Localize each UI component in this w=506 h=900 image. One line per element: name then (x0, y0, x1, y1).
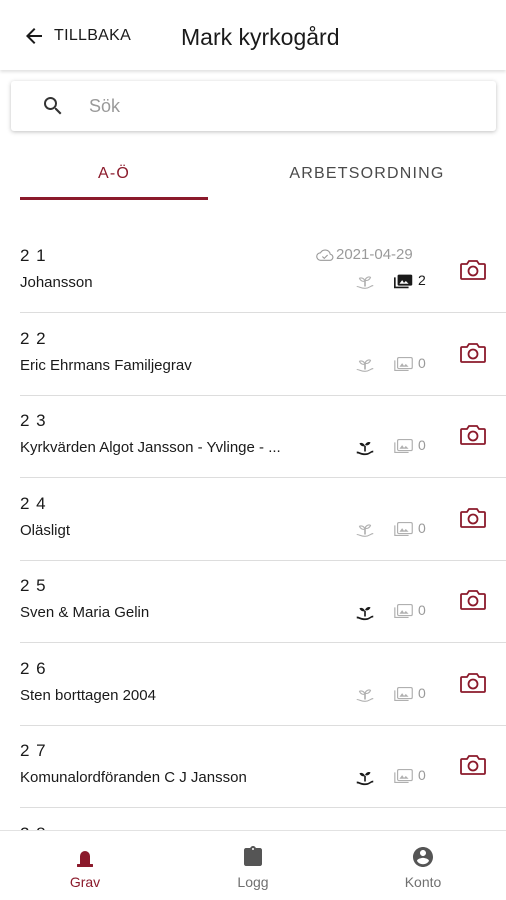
camera-icon[interactable] (459, 588, 487, 612)
grave-number: 2 4 (20, 493, 47, 513)
search-icon (44, 97, 62, 115)
camera-icon[interactable] (459, 753, 487, 777)
plant-icon[interactable] (354, 270, 376, 292)
camera-icon[interactable] (459, 258, 487, 282)
nav-label-grav: Grav (69, 874, 101, 890)
camera-icon[interactable] (459, 506, 487, 530)
search-bar (11, 81, 496, 131)
photo-count: 0 (418, 519, 426, 536)
plant-icon[interactable] (354, 435, 376, 457)
grave-name: Oläsligt (20, 521, 71, 539)
list-item[interactable]: 2 8 (0, 808, 506, 831)
photo-count: 0 (418, 437, 426, 453)
list-item[interactable]: 2 1 Johansson 2021-04-29 2 (0, 230, 506, 313)
photo-library-icon (394, 356, 413, 371)
nav-label-logg: Logg (237, 874, 269, 890)
grave-name: Sven & Maria Gelin (20, 604, 150, 621)
camera-icon[interactable] (459, 341, 487, 365)
back-label: TILLBAKA (54, 27, 132, 44)
photo-count: 0 (418, 684, 426, 701)
grave-name: Johansson (20, 274, 93, 291)
list-item[interactable]: 2 4 Oläsligt 0 (0, 478, 506, 561)
photo-library-icon (394, 603, 413, 619)
nav-item-logg[interactable]: Logg (193, 831, 313, 900)
search-input[interactable] (89, 91, 479, 121)
camera-icon[interactable] (459, 671, 487, 695)
page-title: Mark kyrkogård (181, 24, 340, 50)
nav-item-grav[interactable]: Grav (25, 831, 145, 900)
photo-count: 2 (418, 272, 426, 288)
bottom-navigation: Grav Logg Konto (0, 830, 506, 900)
plant-icon[interactable] (354, 765, 376, 787)
active-tab-indicator (20, 197, 208, 200)
grave-name: Kyrkvärden Algot Jansson - Yvlinge - ... (20, 439, 281, 456)
camera-icon[interactable] (459, 423, 487, 447)
photo-count: 0 (418, 602, 426, 618)
list-item[interactable]: 2 2 Eric Ehrmans Familjegrav 0 (0, 313, 506, 396)
sync-date: 2021-04-29 (316, 246, 413, 263)
plant-icon[interactable] (354, 683, 376, 705)
account-icon (413, 847, 433, 867)
list-item[interactable]: 2 3 Kyrkvärden Algot Jansson - Yvlinge - … (0, 395, 506, 478)
grave-number: 2 7 (20, 741, 47, 760)
arrow-left-icon (26, 28, 42, 44)
grave-name: Eric Ehrmans Familjegrav (20, 356, 192, 374)
grave-number: 2 2 (20, 328, 47, 348)
clipboard-icon (244, 846, 262, 866)
photo-library-icon (394, 521, 413, 536)
tab-bar: A-Ö ARBETSORDNING (0, 148, 506, 200)
tab-a-o[interactable]: A-Ö (20, 148, 208, 200)
tab-arbetsordning[interactable]: ARBETSORDNING (250, 148, 484, 200)
grave-icon (77, 851, 93, 867)
grave-number: 2 1 (20, 246, 47, 265)
plant-icon[interactable] (354, 518, 376, 540)
list-item[interactable]: 2 6 Sten borttagen 2004 0 (0, 643, 506, 726)
photo-library-icon (394, 686, 413, 701)
list-item[interactable]: 2 5 Sven & Maria Gelin 0 (0, 560, 506, 643)
list-item[interactable]: 2 7 Komunalordföranden C J Jansson 0 (0, 725, 506, 808)
photo-count: 0 (418, 354, 426, 371)
nav-item-konto[interactable]: Konto (363, 831, 483, 900)
plant-icon[interactable] (354, 353, 376, 375)
photo-library-icon (394, 768, 413, 784)
back-button[interactable]: TILLBAKA (22, 22, 131, 50)
top-app-bar: TILLBAKA Mark kyrkogård (0, 0, 506, 70)
grave-name: Komunalordföranden C J Jansson (20, 769, 247, 786)
plant-icon[interactable] (354, 600, 376, 622)
grave-number: 2 5 (20, 576, 47, 595)
grave-name: Sten borttagen 2004 (20, 686, 156, 704)
photo-count: 0 (418, 767, 426, 783)
photo-library-icon (394, 274, 413, 289)
sync-date-text: 2021-04-29 (336, 246, 413, 263)
grave-list: 2 1 Johansson 2021-04-29 2 2 2 Eric Ehrmans F… (0, 230, 506, 830)
grave-number: 2 3 (20, 411, 47, 430)
cloud-done-icon (316, 248, 334, 261)
photo-library-icon (394, 438, 413, 454)
grave-number: 2 6 (20, 658, 47, 678)
nav-label-konto: Konto (404, 874, 442, 890)
